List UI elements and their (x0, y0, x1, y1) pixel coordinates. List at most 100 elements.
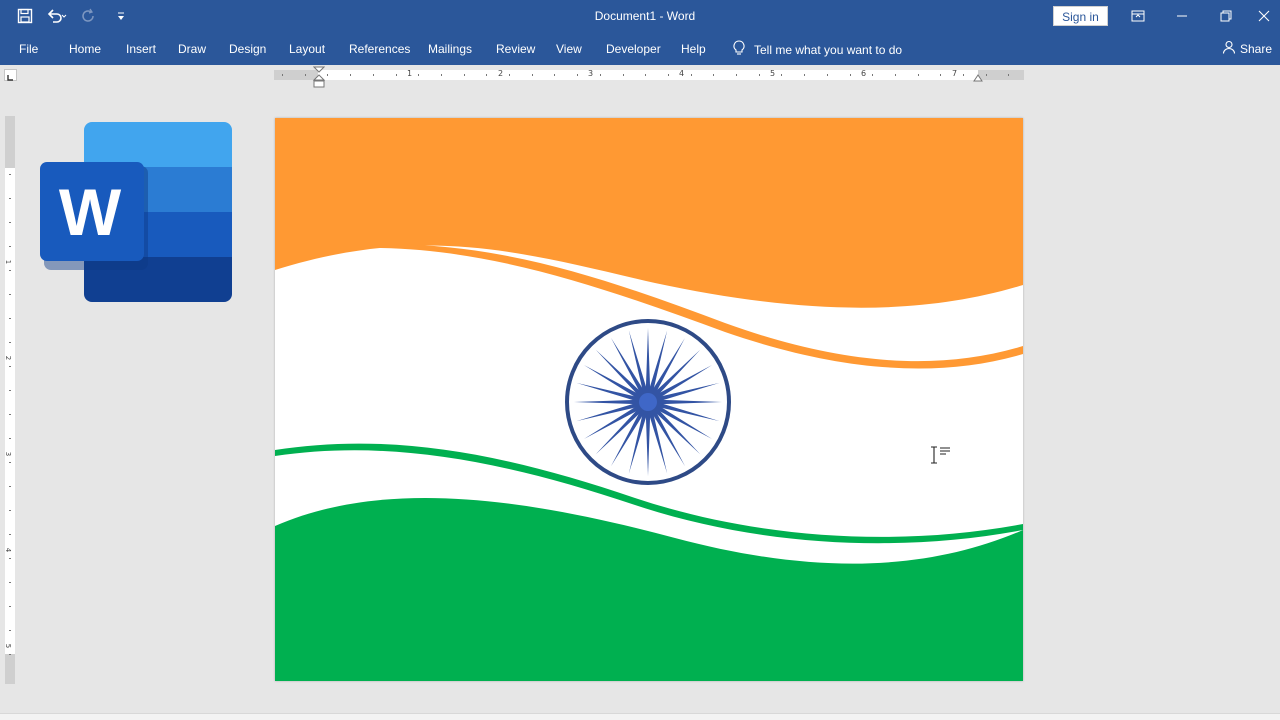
ruler-tick (9, 222, 11, 223)
ruler-number: 1 (4, 259, 13, 265)
ruler-number: 4 (4, 547, 13, 553)
ruler-tick (599, 74, 601, 76)
ruler-tick (554, 74, 556, 76)
ruler-tick (486, 74, 488, 76)
ruler-tick (9, 366, 11, 367)
ruler-number: 1 (407, 69, 413, 78)
ruler-tick (713, 74, 715, 76)
ruler-tick (9, 630, 11, 631)
document-page[interactable] (275, 118, 1023, 681)
sign-in-button[interactable]: Sign in (1053, 6, 1108, 26)
first-line-indent-marker[interactable] (313, 66, 325, 88)
ruler-tick (577, 74, 579, 76)
tab-mailings[interactable]: Mailings (428, 42, 472, 56)
ruler-number: 3 (4, 451, 13, 457)
ruler-bottom-margin (5, 654, 15, 684)
ruler-tick (395, 74, 397, 76)
ruler-tick (509, 74, 510, 76)
share-button[interactable]: Share (1222, 40, 1272, 57)
ruler-left-margin (274, 70, 318, 80)
lightbulb-icon (733, 40, 745, 59)
ruler-tick (9, 510, 11, 511)
ruler-tick (350, 74, 352, 76)
person-icon (1222, 40, 1236, 57)
ruler-tick (9, 318, 11, 319)
ruler-number: 7 (952, 69, 958, 78)
tab-draw[interactable]: Draw (178, 42, 206, 56)
ribbon-tab-bar: File Home Insert Draw Design Layout Refe… (0, 32, 1280, 65)
ruler-number: 5 (4, 643, 13, 649)
flag-artwork (275, 118, 1023, 681)
ruler-tick (9, 558, 11, 559)
tab-help[interactable]: Help (681, 42, 706, 56)
restore-icon[interactable] (1204, 0, 1248, 32)
ruler-tick (917, 74, 919, 76)
ruler-tick (463, 74, 465, 76)
ruler-number: 4 (679, 69, 685, 78)
text-cursor-icon (931, 446, 950, 464)
ruler-tick (736, 74, 737, 76)
ruler-tick (9, 606, 11, 607)
ruler-tick (1008, 74, 1010, 76)
tab-design[interactable]: Design (229, 42, 266, 56)
ruler-tick (327, 74, 329, 76)
ruler-tick (758, 74, 760, 76)
ruler-number: 6 (861, 69, 867, 78)
ruler-tick (9, 246, 11, 247)
ruler-tick (849, 74, 851, 76)
share-label: Share (1240, 41, 1273, 56)
ruler-tick (690, 74, 692, 76)
ruler-tick (282, 74, 283, 76)
ruler-tick (440, 74, 442, 76)
ruler-tick (372, 74, 374, 76)
tab-file[interactable]: File (19, 42, 38, 56)
ruler-tick (9, 294, 11, 295)
tab-insert[interactable]: Insert (126, 42, 156, 56)
minimize-icon[interactable] (1160, 0, 1204, 32)
ruler-tick (872, 74, 874, 76)
ruler-tick (963, 74, 964, 76)
ruler-tick (9, 462, 11, 463)
ruler-tick (645, 74, 647, 76)
tab-selector[interactable] (4, 69, 17, 81)
ruler-tick (9, 534, 11, 535)
ruler-tick (9, 414, 11, 415)
ruler-tick (418, 74, 420, 76)
ruler-number: 5 (770, 69, 776, 78)
ruler-tick (9, 654, 11, 655)
tab-references[interactable]: References (349, 42, 410, 56)
right-indent-marker[interactable] (973, 74, 983, 83)
ruler-tick (9, 270, 11, 271)
ashoka-chakra-icon (565, 319, 731, 485)
tab-home[interactable]: Home (69, 42, 101, 56)
tell-me-search[interactable]: Tell me what you want to do (733, 40, 902, 59)
word-logo-icon: W (40, 122, 232, 302)
ruler-top-margin (5, 116, 15, 168)
tab-view[interactable]: View (556, 42, 582, 56)
word-logo-letter: W (59, 175, 122, 249)
ruler-number: 3 (588, 69, 594, 78)
title-bar: Document1 - Word Sign in (0, 0, 1280, 32)
tab-layout[interactable]: Layout (289, 42, 325, 56)
ruler-tick (622, 74, 624, 76)
ruler-tick (9, 582, 11, 583)
status-bar (0, 713, 1280, 720)
ruler-tick (985, 74, 987, 76)
ruler-tick (9, 438, 11, 439)
ruler-tick (9, 174, 11, 175)
ruler-tick (781, 74, 783, 76)
ruler-tick (9, 198, 11, 199)
ruler-tick (9, 486, 11, 487)
ruler-tick (9, 390, 11, 391)
ruler-tick (9, 342, 11, 343)
tab-review[interactable]: Review (496, 42, 535, 56)
ruler-tick (940, 74, 942, 76)
tab-developer[interactable]: Developer (606, 42, 661, 56)
ribbon-display-options-icon[interactable] (1116, 0, 1160, 32)
ruler-tick (531, 74, 533, 76)
vertical-ruler[interactable]: 1 2 3 4 5 (4, 116, 15, 684)
horizontal-ruler[interactable]: 1 2 3 4 5 6 7 (274, 69, 1024, 80)
ruler-number: 2 (4, 355, 13, 361)
close-icon[interactable] (1248, 0, 1280, 32)
tell-me-label: Tell me what you want to do (754, 42, 903, 57)
